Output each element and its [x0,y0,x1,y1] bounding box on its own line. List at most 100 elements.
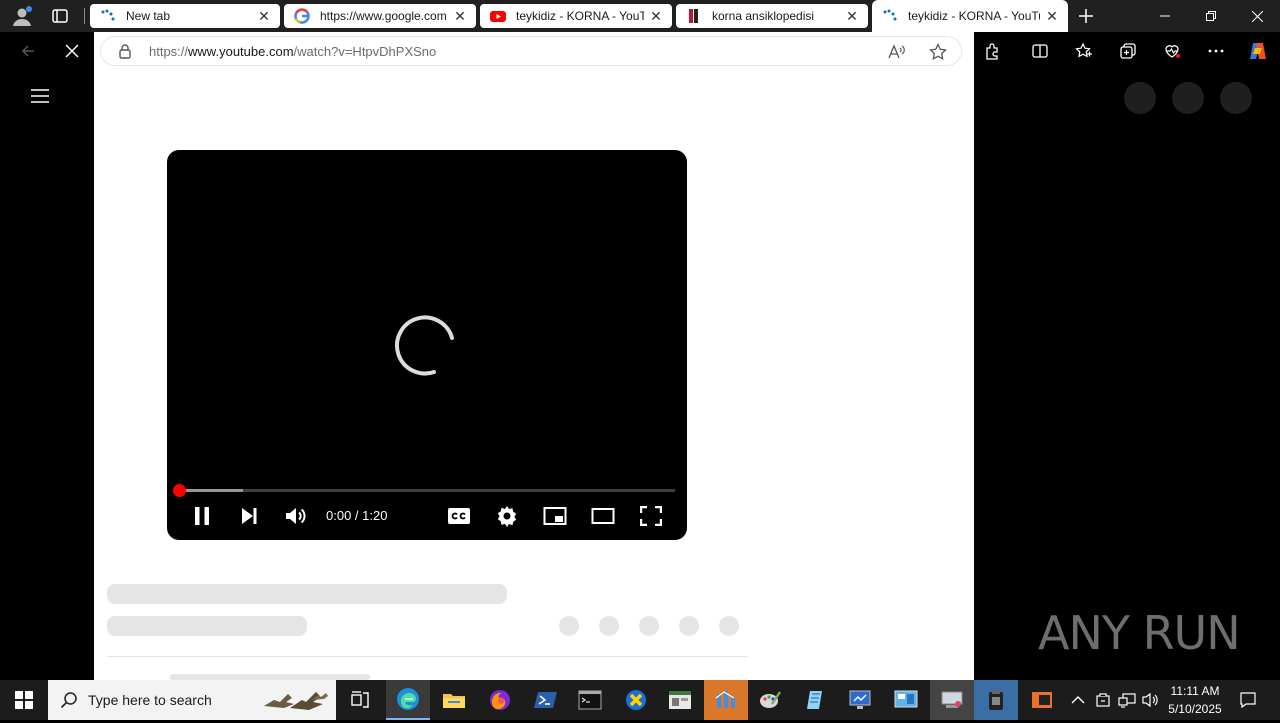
network-icon[interactable] [1116,680,1138,720]
network-tool-icon[interactable] [704,680,748,720]
paint-icon[interactable] [748,680,792,720]
tab-youtube-korna-active[interactable]: teykidiz - KORNA - YouTube ✕ [872,0,1068,32]
placeholder-circle [1124,82,1156,114]
stop-loading-icon[interactable] [58,37,86,65]
search-placeholder: Type here to search [88,692,212,708]
placeholder-circle [1172,82,1204,114]
video-player[interactable]: 0:00 / 1:20 [167,150,687,540]
read-aloud-icon[interactable] [887,43,905,66]
command-prompt-icon[interactable] [568,680,612,720]
progress-buffered [179,489,244,492]
settings-gear-icon[interactable] [489,500,525,532]
taskbar-search-box[interactable]: Type here to search [48,680,336,720]
address-bar[interactable]: https://www.youtube.com/watch?v=HtpvDhPX… [100,36,962,66]
more-menu-icon[interactable] [1202,37,1230,65]
device-manager-icon[interactable] [930,680,974,720]
tab-title: New tab [126,9,171,23]
tab-close-icon[interactable]: ✕ [840,4,864,28]
tab-korna-ansiklopedisi[interactable]: korna ansiklopedisi ✕ [676,4,868,28]
url-text[interactable]: https://www.youtube.com/watch?v=HtpvDhPX… [149,44,436,59]
favorites-icon[interactable] [1070,37,1098,65]
extensions-icon[interactable] [978,37,1006,65]
subtitle-skeleton [107,616,307,636]
lock-icon[interactable] [117,43,133,64]
pause-button[interactable] [184,500,220,532]
close-window-button[interactable] [1234,0,1280,32]
tool-x-icon[interactable] [614,680,658,720]
page-right-dark [974,70,1280,680]
action-skeleton [719,616,739,636]
loading-spinner-icon [394,312,460,378]
tab-close-icon[interactable]: ✕ [252,4,276,28]
action-skeleton [679,616,699,636]
search-icon [60,691,78,714]
toolbar-left-dark [0,32,94,70]
tab-google[interactable]: https://www.google.com ✕ [284,4,476,28]
windows-taskbar: Type here to search 11:11 AM 5/10/2025 [0,680,1280,720]
tab-actions-icon[interactable] [50,6,70,26]
tab-close-icon[interactable]: ✕ [644,4,668,28]
divider [107,656,748,657]
powershell-icon[interactable] [524,680,568,720]
back-icon[interactable] [14,37,42,65]
volume-icon[interactable] [1140,680,1162,720]
toolbar-right-dark [974,32,1280,70]
tab-youtube-korna[interactable]: teykidiz - KORNA - YouTube ✕ [480,4,672,28]
profile-icon[interactable] [10,4,34,28]
fullscreen-button[interactable] [633,500,669,532]
theater-mode-button[interactable] [585,500,621,532]
progress-bar[interactable] [179,489,675,492]
hamburger-menu-icon[interactable] [30,88,50,104]
firefox-icon[interactable] [478,680,522,720]
miniplayer-button[interactable] [537,500,573,532]
split-screen-icon[interactable] [1026,37,1054,65]
tab-title: teykidiz - KORNA - YouTube [516,9,644,23]
window-app-icon[interactable] [658,680,702,720]
captions-button[interactable] [441,500,477,532]
google-icon [294,8,310,24]
action-skeleton [639,616,659,636]
tab-new-tab[interactable]: New tab ✕ [90,4,280,28]
tab-close-icon[interactable]: ✕ [448,4,472,28]
system-clock[interactable]: 11:11 AM 5/10/2025 [1164,682,1226,718]
new-tab-button[interactable] [1074,4,1098,28]
security-tool-icon[interactable] [974,680,1018,720]
progress-scrubber[interactable] [173,484,186,497]
favorite-star-icon[interactable] [929,42,947,66]
minimize-button[interactable] [1142,0,1188,32]
action-skeleton [559,616,579,636]
collections-icon[interactable] [1114,37,1142,65]
office-app-icon[interactable] [1020,680,1064,720]
copilot-icon[interactable] [1244,37,1272,65]
page-left-dark [0,70,94,680]
youtube-icon [490,8,506,24]
edge-loading-icon [100,8,116,24]
tab-title: teykidiz - KORNA - YouTube [908,9,1040,23]
file-explorer-icon[interactable] [432,680,476,720]
tab-title: https://www.google.com [320,9,447,23]
clock-date: 5/10/2025 [1168,702,1222,716]
edge-loading-icon [882,8,898,24]
anyrun-watermark-logo: ANY RUN [1038,606,1241,660]
start-button[interactable] [2,680,46,720]
placeholder-circle [1220,82,1252,114]
performance-icon[interactable] [1158,37,1186,65]
tab-close-icon[interactable]: ✕ [1040,4,1064,28]
show-hidden-icons-chevron-up-icon[interactable] [1064,680,1092,720]
restore-button[interactable] [1188,0,1234,32]
notification-center-icon[interactable] [1228,680,1268,720]
title-skeleton [107,584,507,604]
browser-titlebar: New tab ✕ https://www.google.com ✕ teyki… [0,0,1280,32]
monitor-app-icon[interactable] [838,680,882,720]
next-video-button[interactable] [231,500,267,532]
control-panel-icon[interactable] [884,680,928,720]
edge-taskbar-icon[interactable] [386,680,430,720]
volume-button[interactable] [278,500,314,532]
search-highlight-geese-icon [260,682,334,723]
task-view-icon[interactable] [338,680,382,720]
notebook-icon[interactable] [794,680,838,720]
action-skeleton [599,616,619,636]
clock-time: 11:11 AM [1170,684,1220,698]
tab-title: korna ansiklopedisi [712,9,815,23]
app-tray-icon[interactable] [1092,680,1114,720]
